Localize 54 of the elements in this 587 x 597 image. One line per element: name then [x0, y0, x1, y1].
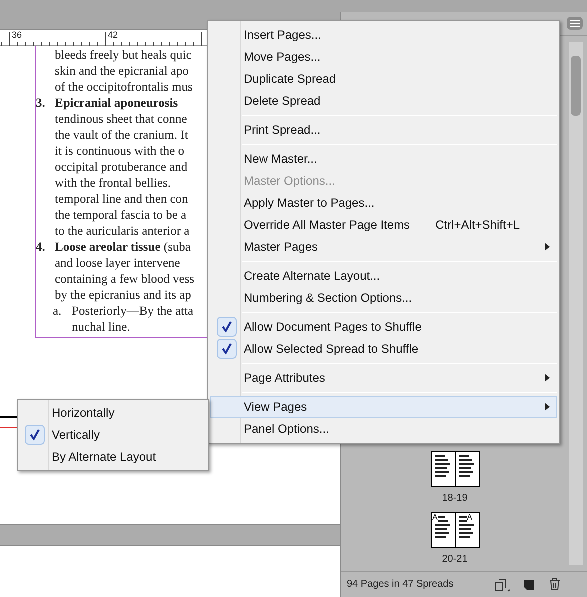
ruler-label: 42 — [108, 30, 118, 40]
list-marker: 3. — [36, 95, 46, 112]
menu-item[interactable]: Panel Options... — [210, 418, 557, 440]
text-line: and loose layer intervene — [55, 255, 182, 271]
text-line: with the frontal bellies. — [55, 175, 172, 191]
menu-item[interactable]: Horizontally — [20, 402, 206, 424]
menu-item[interactable]: Move Pages... — [210, 46, 557, 68]
menu-item[interactable]: Apply Master to Pages... — [210, 192, 557, 214]
new-page-icon[interactable] — [523, 578, 535, 590]
page-count-text: 94 Pages in 47 Spreads — [347, 578, 455, 592]
text-line: Epicranial aponeurosis — [55, 95, 180, 111]
menu-item[interactable]: Numbering & Section Options... — [210, 287, 557, 309]
text-line: bleeds freely but heals quic — [55, 47, 193, 63]
text-line: the temporal fascia to be a — [55, 207, 188, 223]
text-line: Posteriorly—By the atta — [72, 303, 194, 319]
menu-item[interactable]: Page Attributes — [210, 367, 557, 389]
text-line: skin and the epicranial apo — [55, 63, 190, 79]
text-line: to the auricularis anterior a — [55, 223, 190, 239]
scrollbar[interactable] — [569, 42, 583, 565]
menu-item[interactable]: Allow Document Pages to Shuffle — [210, 316, 557, 338]
menu-item[interactable]: Master Pages — [210, 236, 557, 258]
spread-thumbnail[interactable] — [430, 451, 480, 487]
menu-item[interactable]: Allow Selected Spread to Shuffle — [210, 338, 557, 360]
menu-item[interactable]: Vertically — [20, 424, 206, 446]
text-line: of the occipitofrontalis mus — [55, 79, 193, 95]
menu-item[interactable]: View Pages — [210, 396, 557, 418]
text-line: occipital protuberance and — [55, 159, 189, 175]
menu-item[interactable]: Create Alternate Layout... — [210, 265, 557, 287]
menu-icon[interactable] — [567, 17, 583, 30]
page-size-icon[interactable] — [495, 578, 511, 592]
spread-label: 18-19 — [442, 492, 468, 506]
text-line: temporal line and then con — [55, 191, 190, 207]
menu-item[interactable]: Duplicate Spread — [210, 68, 557, 90]
ruler-label: 36 — [12, 30, 22, 40]
master-letter: A — [432, 513, 438, 522]
text-line: nuchal line. — [72, 319, 132, 335]
menu-item[interactable]: Insert Pages... — [210, 24, 557, 46]
text-line: it is continuous with the o — [55, 143, 186, 159]
text-line: Loose areolar tissue (suba — [55, 239, 192, 255]
list-marker: 4. — [36, 239, 46, 256]
master-letter: A — [467, 513, 472, 522]
spread-thumbnail[interactable]: A A — [430, 512, 480, 548]
menu-item[interactable]: New Master... — [210, 148, 557, 170]
spread-label: 20-21 — [442, 553, 468, 567]
text-line: tendinous sheet that conne — [55, 111, 188, 127]
text-line: containing a few blood vess — [55, 271, 195, 287]
text-line: the vault of the cranium. It — [55, 127, 190, 143]
list-marker: a. — [53, 303, 63, 320]
trash-icon[interactable] — [549, 578, 561, 591]
menu-item[interactable]: Delete Spread — [210, 90, 557, 112]
menu-item[interactable]: By Alternate Layout — [20, 446, 206, 468]
text-line: by the epicranius and its ap — [55, 287, 192, 303]
menu-item[interactable]: Override All Master Page Items Ctrl+Alt+Shift+L — [210, 214, 557, 236]
menu-item[interactable]: Print Spread... — [210, 119, 557, 141]
